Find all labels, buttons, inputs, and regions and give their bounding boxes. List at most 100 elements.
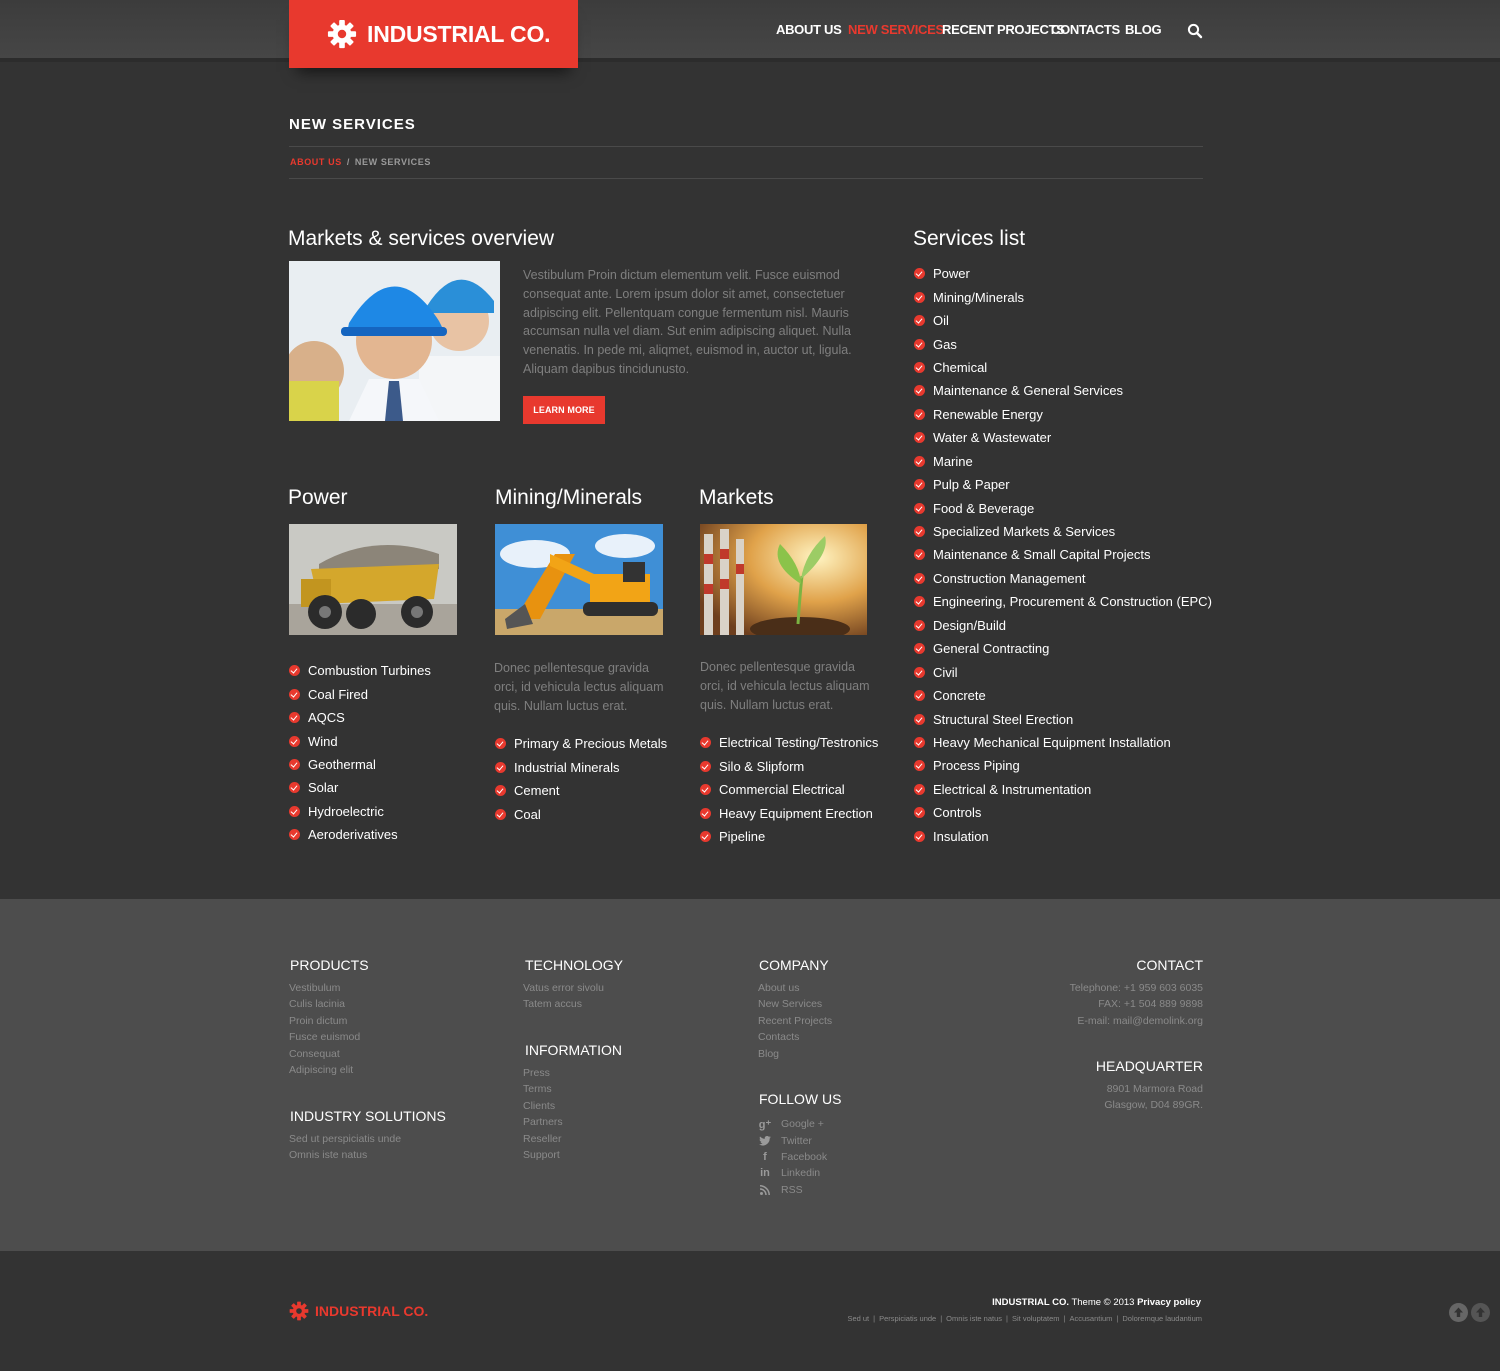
footer-logo-text: INDUSTRIAL CO. bbox=[315, 1303, 429, 1319]
check-icon bbox=[914, 783, 925, 795]
list-item[interactable]: Commercial Electrical bbox=[700, 778, 878, 801]
learn-more-button[interactable]: LEARN MORE bbox=[523, 396, 605, 424]
footer-logo[interactable]: INDUSTRIAL CO. bbox=[289, 1301, 428, 1321]
footer-link[interactable]: Fusce euismod bbox=[289, 1031, 360, 1047]
list-item[interactable]: Water & Wastewater bbox=[914, 426, 1212, 449]
check-icon bbox=[914, 572, 925, 584]
list-item[interactable]: Electrical & Instrumentation bbox=[914, 778, 1212, 801]
list-item[interactable]: Renewable Energy bbox=[914, 403, 1212, 426]
footer-link[interactable]: Sed ut perspiciatis unde bbox=[289, 1133, 401, 1149]
list-item[interactable]: Construction Management bbox=[914, 567, 1212, 590]
list-item[interactable]: Coal Fired bbox=[289, 682, 431, 705]
list-item[interactable]: General Contracting bbox=[914, 637, 1212, 660]
search-icon[interactable] bbox=[1187, 23, 1203, 39]
list-item[interactable]: Civil bbox=[914, 660, 1212, 683]
footer-link[interactable]: Consequat bbox=[289, 1048, 360, 1064]
nav-blog[interactable]: BLOG bbox=[1125, 22, 1162, 37]
footer-link[interactable]: New Services bbox=[758, 998, 832, 1014]
list-item[interactable]: Pulp & Paper bbox=[914, 473, 1212, 496]
list-item[interactable]: Controls bbox=[914, 801, 1212, 824]
footer-link[interactable]: Press bbox=[523, 1067, 563, 1083]
list-item[interactable]: Engineering, Procurement & Construction … bbox=[914, 590, 1212, 613]
footer-link[interactable]: Reseller bbox=[523, 1133, 563, 1149]
nav-contacts[interactable]: CONTACTS bbox=[1051, 22, 1120, 37]
bottom-link[interactable]: Sit voluptatem bbox=[1012, 1314, 1060, 1323]
scroll-up-icon[interactable] bbox=[1449, 1303, 1468, 1322]
list-item[interactable]: Process Piping bbox=[914, 754, 1212, 777]
footer-link[interactable]: Support bbox=[523, 1149, 563, 1165]
list-item[interactable]: Maintenance & Small Capital Projects bbox=[914, 543, 1212, 566]
back-to-top-icon[interactable] bbox=[1471, 1303, 1490, 1322]
check-icon bbox=[289, 782, 300, 794]
list-item[interactable]: Primary & Precious Metals bbox=[495, 732, 667, 755]
footer-link[interactable]: Culis lacinia bbox=[289, 998, 360, 1014]
list-item[interactable]: Pipeline bbox=[700, 825, 878, 848]
social-rss[interactable]: RSS bbox=[758, 1182, 827, 1198]
footer-link[interactable]: Proin dictum bbox=[289, 1015, 360, 1031]
footer-link[interactable]: Blog bbox=[758, 1048, 832, 1064]
power-heading: Power bbox=[288, 486, 348, 509]
list-item[interactable]: Mining/Minerals bbox=[914, 285, 1212, 308]
footer-link[interactable]: Recent Projects bbox=[758, 1015, 832, 1031]
footer-company-heading: COMPANY bbox=[759, 957, 829, 973]
list-item[interactable]: Heavy Mechanical Equipment Installation bbox=[914, 731, 1212, 754]
list-item[interactable]: Hydroelectric bbox=[289, 800, 431, 823]
list-item[interactable]: Power bbox=[914, 262, 1212, 285]
footer-link[interactable]: Vatus error sivolu bbox=[523, 982, 604, 998]
list-item[interactable]: Silo & Slipform bbox=[700, 754, 878, 777]
bottom-link[interactable]: Omnis iste natus bbox=[946, 1314, 1002, 1323]
markets-heading: Markets bbox=[699, 486, 774, 509]
list-item[interactable]: Wind bbox=[289, 729, 431, 752]
footer-link[interactable]: Omnis iste natus bbox=[289, 1149, 401, 1165]
social-linkedin[interactable]: in Linkedin bbox=[758, 1165, 827, 1181]
list-item[interactable]: Gas bbox=[914, 332, 1212, 355]
list-item[interactable]: Geothermal bbox=[289, 753, 431, 776]
list-item[interactable]: Industrial Minerals bbox=[495, 755, 667, 778]
list-item[interactable]: Solar bbox=[289, 776, 431, 799]
list-item[interactable]: AQCS bbox=[289, 706, 431, 729]
list-item[interactable]: Cement bbox=[495, 779, 667, 802]
plant-photo bbox=[700, 524, 867, 635]
check-icon bbox=[914, 432, 925, 444]
check-icon bbox=[914, 713, 925, 725]
social-google-plus[interactable]: g⁺ Google + bbox=[758, 1116, 827, 1132]
breadcrumb: ABOUT US / NEW SERVICES bbox=[290, 157, 431, 167]
list-item[interactable]: Heavy Equipment Erection bbox=[700, 801, 878, 824]
list-item[interactable]: Combustion Turbines bbox=[289, 659, 431, 682]
footer-link[interactable]: Vestibulum bbox=[289, 982, 360, 998]
list-item[interactable]: Coal bbox=[495, 802, 667, 825]
list-item[interactable]: Food & Beverage bbox=[914, 496, 1212, 519]
list-item[interactable]: Maintenance & General Services bbox=[914, 379, 1212, 402]
footer-link[interactable]: Partners bbox=[523, 1116, 563, 1132]
list-item[interactable]: Specialized Markets & Services bbox=[914, 520, 1212, 543]
footer-link[interactable]: Adipiscing elit bbox=[289, 1064, 360, 1080]
footer-link[interactable]: Clients bbox=[523, 1100, 563, 1116]
privacy-policy-link[interactable]: Privacy policy bbox=[1137, 1297, 1201, 1308]
footer-link[interactable]: Contacts bbox=[758, 1031, 832, 1047]
nav-recent-projects[interactable]: RECENT PROJECTS bbox=[942, 22, 1065, 37]
check-icon bbox=[914, 526, 925, 538]
bottom-link[interactable]: Accusantium bbox=[1069, 1314, 1112, 1323]
list-item[interactable]: Oil bbox=[914, 309, 1212, 332]
list-item[interactable]: Aeroderivatives bbox=[289, 823, 431, 846]
footer-link[interactable]: Terms bbox=[523, 1083, 563, 1099]
footer-link[interactable]: Tatem accus bbox=[523, 998, 604, 1014]
list-item[interactable]: Insulation bbox=[914, 825, 1212, 848]
list-item[interactable]: Design/Build bbox=[914, 614, 1212, 637]
nav-about-us[interactable]: ABOUT US bbox=[776, 22, 842, 37]
breadcrumb-about-us[interactable]: ABOUT US bbox=[290, 157, 342, 167]
check-icon bbox=[700, 807, 711, 819]
social-facebook[interactable]: f Facebook bbox=[758, 1149, 827, 1165]
social-twitter[interactable]: Twitter bbox=[758, 1132, 827, 1148]
list-item[interactable]: Electrical Testing/Testronics bbox=[700, 731, 878, 754]
nav-new-services[interactable]: NEW SERVICES bbox=[848, 22, 944, 37]
footer-link[interactable]: About us bbox=[758, 982, 832, 998]
list-item[interactable]: Concrete bbox=[914, 684, 1212, 707]
list-item[interactable]: Structural Steel Erection bbox=[914, 707, 1212, 730]
list-item[interactable]: Chemical bbox=[914, 356, 1212, 379]
bottom-link[interactable]: Perspiciatis unde bbox=[879, 1314, 936, 1323]
bottom-link[interactable]: Sed ut bbox=[847, 1314, 869, 1323]
check-icon bbox=[495, 761, 506, 773]
bottom-link[interactable]: Doloremque laudantium bbox=[1122, 1314, 1202, 1323]
list-item[interactable]: Marine bbox=[914, 450, 1212, 473]
